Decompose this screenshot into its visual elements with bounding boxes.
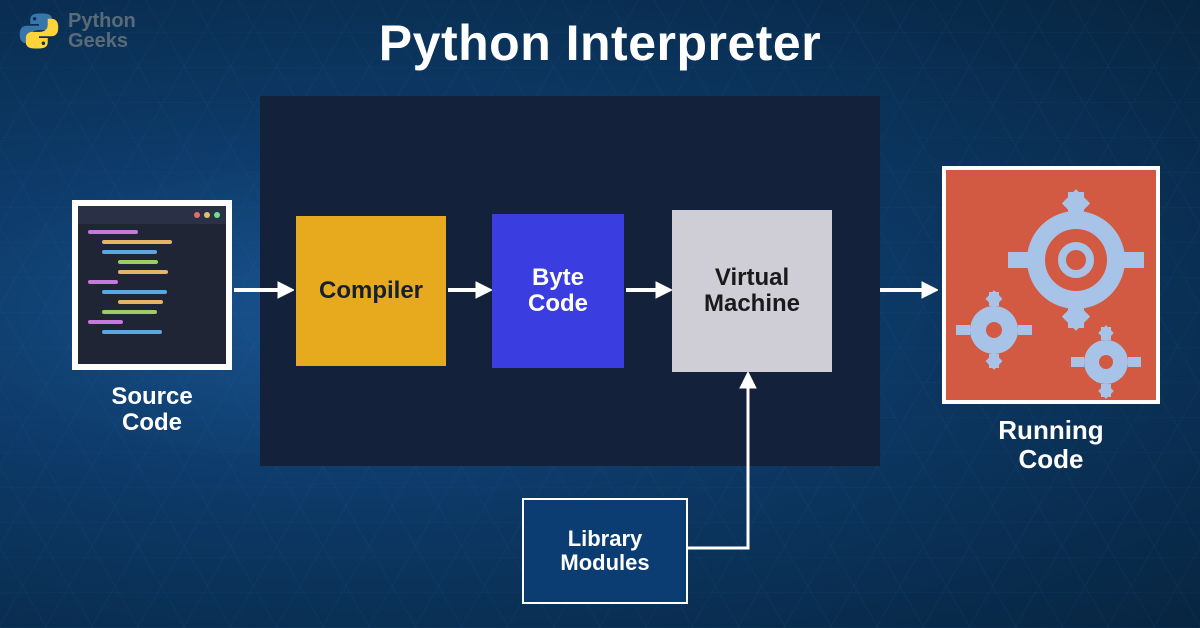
arrow-compiler-to-bytecode — [448, 280, 492, 300]
running-code-label: RunningCode — [942, 416, 1160, 473]
running-code-panel — [942, 166, 1160, 404]
compiler-node: Compiler — [296, 216, 446, 366]
arrow-source-to-compiler — [234, 280, 294, 300]
virtual-machine-node: VirtualMachine — [672, 210, 832, 372]
source-code-label: SourceCode — [72, 384, 232, 437]
arrow-library-to-vm — [688, 372, 768, 558]
arrow-bytecode-to-vm — [626, 280, 672, 300]
bytecode-node: ByteCode — [492, 214, 624, 368]
close-dot-icon — [194, 212, 200, 218]
arrow-vm-to-running — [880, 280, 938, 300]
library-modules-node: LibraryModules — [522, 498, 688, 604]
gears-icon — [946, 170, 1164, 408]
window-controls — [78, 206, 226, 224]
maximize-dot-icon — [214, 212, 220, 218]
diagram-title: Python Interpreter — [0, 14, 1200, 72]
source-code-window — [72, 200, 232, 370]
minimize-dot-icon — [204, 212, 210, 218]
